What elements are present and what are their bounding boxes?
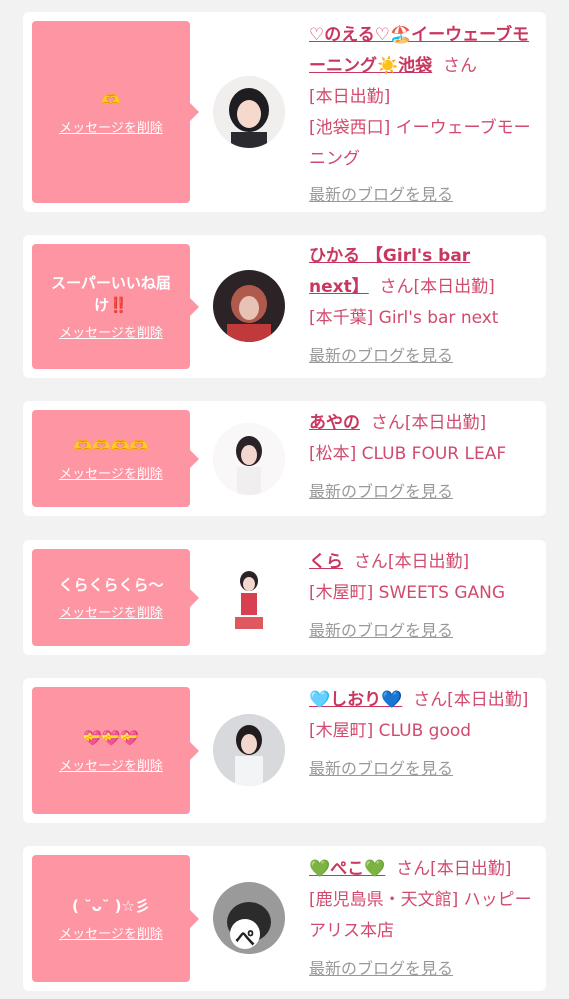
cast-info: ♡のえる♡🏖️イーウェーブモーニング☀️池袋 さん [本日出勤] [池袋西口] … [309, 20, 541, 210]
latest-blog-link[interactable]: 最新のブログを見る [309, 753, 541, 784]
store-name: [池袋西口] イーウェーブモーニング [309, 118, 531, 169]
message-card: ( ˘ᴗ˘ )☆彡 メッセージを削除 ぺ 💚ぺこ💚 さん[本日出勤] [鹿児島県… [23, 846, 546, 991]
delete-message-link[interactable]: メッセージを削除 [59, 923, 163, 942]
work-status: [本日出勤] [404, 413, 487, 433]
message-text: 🫶🫶🫶🫶 [73, 437, 149, 455]
cast-name-link[interactable]: 🩵しおり💙 [309, 690, 402, 710]
message-bubble: 🫶🫶🫶🫶 メッセージを削除 [32, 410, 199, 507]
message-bubble: スーパーいいね届け‼️ メッセージを削除 [32, 244, 199, 369]
latest-blog-link[interactable]: 最新のブログを見る [309, 953, 541, 984]
delete-message-link[interactable]: メッセージを削除 [59, 602, 163, 621]
cast-info: あやの さん[本日出勤] [松本] CLUB FOUR LEAF 最新のブログを… [309, 408, 541, 507]
avatar-glyph: ぺ [235, 926, 255, 950]
store-name: [木屋町] SWEETS GANG [309, 583, 506, 603]
work-status: [本日出勤] [309, 87, 391, 107]
honorific: さん [442, 56, 477, 76]
work-status: [本日出勤] [387, 552, 470, 572]
cast-name-link[interactable]: ♡のえる♡🏖️イーウェーブモーニング☀️池袋 [309, 25, 529, 76]
honorific: さん [396, 859, 431, 879]
message-card: 🫶 メッセージを削除 ♡のえる♡🏖️イーウェーブモーニング☀️池袋 さん [本日… [23, 12, 546, 212]
avatar[interactable] [213, 76, 285, 148]
message-bubble: くらくらくら〜 メッセージを削除 [32, 549, 199, 646]
latest-blog-link[interactable]: 最新のブログを見る [309, 179, 541, 210]
avatar[interactable] [213, 423, 285, 495]
avatar[interactable]: ぺ [213, 882, 285, 954]
store-name: [木屋町] CLUB good [309, 721, 472, 741]
avatar[interactable] [213, 714, 285, 786]
delete-message-link[interactable]: メッセージを削除 [59, 463, 163, 482]
message-text: くらくらくら〜 [58, 576, 164, 594]
delete-message-link[interactable]: メッセージを削除 [59, 117, 163, 136]
honorific: さん [413, 690, 448, 710]
message-bubble: 💝💝💝 メッセージを削除 [32, 687, 199, 814]
message-bubble: ( ˘ᴗ˘ )☆彡 メッセージを削除 [32, 855, 199, 982]
store-name: [松本] CLUB FOUR LEAF [309, 444, 507, 464]
store-name: [本千葉] Girl's bar next [309, 308, 499, 328]
avatar[interactable] [213, 270, 285, 342]
honorific: さん [379, 277, 414, 297]
message-card: くらくらくら〜 メッセージを削除 くら さん[本日出勤] [木屋町] SWEET… [23, 540, 546, 655]
latest-blog-link[interactable]: 最新のブログを見る [309, 340, 541, 371]
message-card: 🫶🫶🫶🫶 メッセージを削除 あやの さん[本日出勤] [松本] CLUB FOU… [23, 401, 546, 516]
message-text: 💝💝💝 [82, 729, 140, 747]
avatar[interactable] [213, 561, 285, 633]
cast-name-link[interactable]: 💚ぺこ💚 [309, 859, 385, 879]
message-text: 🫶 [101, 90, 121, 109]
cast-name-link[interactable]: くら [309, 552, 343, 572]
message-text: スーパーいいね届け‼️ [51, 274, 171, 314]
cast-info: くら さん[本日出勤] [木屋町] SWEETS GANG 最新のブログを見る [309, 547, 541, 646]
cast-info: 💚ぺこ💚 さん[本日出勤] [鹿児島県・天文館] ハッピーアリス本店 最新のブロ… [309, 854, 541, 984]
latest-blog-link[interactable]: 最新のブログを見る [309, 476, 541, 507]
store-name: [鹿児島県・天文館] ハッピーアリス本店 [309, 890, 532, 941]
delete-message-link[interactable]: メッセージを削除 [59, 755, 163, 774]
work-status: [本日出勤] [447, 690, 529, 710]
latest-blog-link[interactable]: 最新のブログを見る [309, 615, 541, 646]
message-card: スーパーいいね届け‼️ メッセージを削除 ひかる 【Girl's bar nex… [23, 235, 546, 378]
cast-name-link[interactable]: あやの [309, 413, 360, 433]
work-status: [本日出勤] [430, 859, 512, 879]
cast-info: 🩵しおり💙 さん[本日出勤] [木屋町] CLUB good 最新のブログを見る [309, 685, 541, 784]
message-card: 💝💝💝 メッセージを削除 🩵しおり💙 さん[本日出勤] [木屋町] CLUB g… [23, 678, 546, 823]
delete-message-link[interactable]: メッセージを削除 [59, 322, 163, 341]
message-text: ( ˘ᴗ˘ )☆彡 [72, 897, 150, 915]
message-bubble: 🫶 メッセージを削除 [32, 21, 199, 203]
work-status: [本日出勤] [413, 277, 495, 297]
honorific: さん [370, 413, 405, 433]
cast-info: ひかる 【Girl's bar next】 さん[本日出勤] [本千葉] Gir… [309, 241, 541, 371]
honorific: さん [353, 552, 388, 572]
